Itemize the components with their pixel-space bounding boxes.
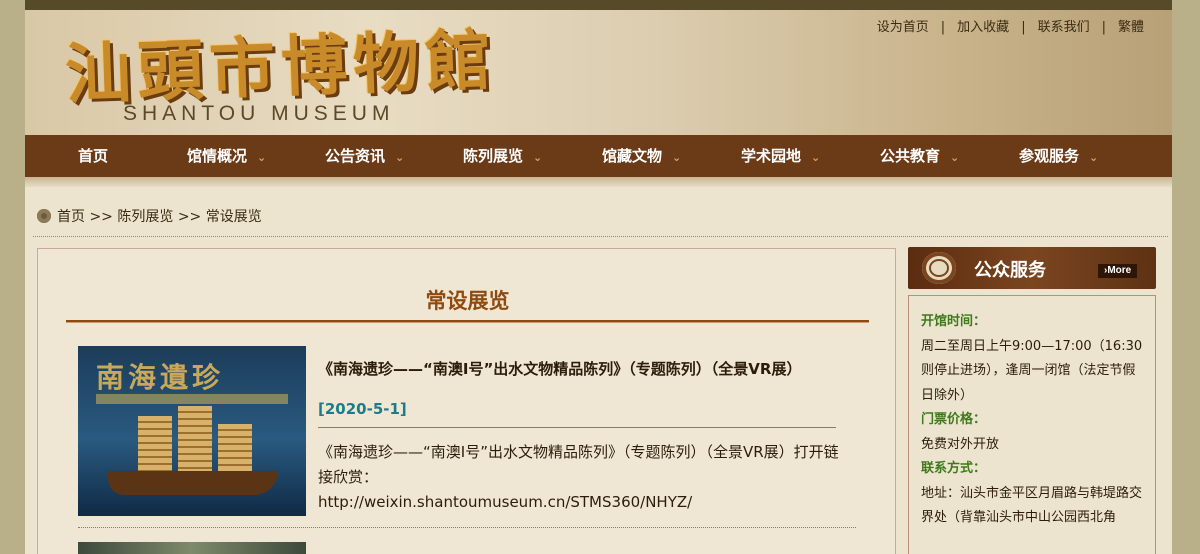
title-divider [66, 320, 869, 323]
nav-item-label: 首页 [78, 147, 109, 165]
sidebar-title: 公众服务 [974, 260, 1046, 281]
exhibit-description-text: 《南海遗珍——“南澳Ⅰ号”出水文物精品陈列》（专题陈列）（全景VR展）打开链接欣… [318, 443, 839, 486]
breadcrumb-separator: >> [177, 209, 202, 225]
exhibit-description: 《南海遗珍——“南澳Ⅰ号”出水文物精品陈列》（专题陈列）（全景VR展）打开链接欣… [318, 440, 848, 515]
set-homepage-link[interactable]: 设为首页 [877, 20, 929, 35]
sidebar-panel: 开馆时间： 周二至周日上午9:00—17:00（16:30则停止进场），逢周一闭… [908, 295, 1156, 554]
contact-us-link[interactable]: 联系我们 [1038, 20, 1090, 35]
next-exhibit-thumbnail[interactable] [78, 542, 306, 554]
contact-label: 联系方式： [921, 461, 987, 476]
chevron-down-icon: ⌄ [672, 151, 682, 164]
link-separator: | [1101, 20, 1106, 35]
chevron-down-icon: ⌄ [950, 151, 960, 164]
more-button[interactable]: ›More [1098, 264, 1138, 278]
exhibit-thumbnail[interactable]: 南海遺珍 [78, 346, 306, 516]
nav-item-exhibitions[interactable]: 陈列展览 ⌄ [463, 135, 542, 177]
exhibit-date: [2020-5-1] [318, 400, 407, 418]
breadcrumb-current[interactable]: 常设展览 [206, 209, 262, 225]
bullet-icon [37, 209, 51, 223]
exhibit-divider [318, 427, 836, 428]
chevron-down-icon: ⌄ [1089, 151, 1099, 164]
nav-item-label: 学术园地 [741, 147, 802, 165]
link-separator: | [940, 20, 946, 35]
ship-sail [138, 416, 172, 474]
ship-sail [178, 406, 212, 474]
nav-item-news[interactable]: 公告资讯 ⌄ [325, 135, 404, 177]
seal-icon [922, 252, 956, 284]
nav-item-home[interactable]: 首页 [78, 135, 108, 177]
chevron-down-icon: ⌄ [533, 151, 543, 164]
nav-item-label: 公共教育 [880, 147, 941, 165]
top-links: 设为首页 | 加入收藏 | 联系我们 | 繁體 [877, 16, 1144, 35]
breadcrumb-separator: >> [89, 209, 113, 225]
site-logo-english: SHANTOU MUSEUM [123, 102, 395, 125]
nav-item-label: 馆藏文物 [602, 147, 663, 165]
nav-item-education[interactable]: 公共教育 ⌄ [880, 135, 959, 177]
opening-hours-label: 开馆时间： [921, 314, 987, 329]
thumbnail-title: 南海遺珍 [96, 361, 225, 394]
nav-item-label: 参观服务 [1019, 147, 1080, 165]
top-strip [25, 0, 1172, 10]
nav-item-label: 馆情概况 [187, 147, 248, 165]
link-separator: | [1021, 20, 1026, 35]
nav-item-label: 公告资讯 [325, 147, 386, 165]
breadcrumb: 首页 >> 陈列展览 >> 常设展览 [37, 206, 262, 226]
opening-hours-text: 周二至周日上午9:00—17:00（16:30则停止进场），逢周一闭馆（法定节假… [921, 338, 1143, 403]
exhibit-url-link[interactable]: http://weixin.shantoumuseum.cn/STMS360/N… [318, 490, 848, 515]
sidebar-header: 公众服务 ›More [908, 247, 1156, 289]
main-content: 常设展览 南海遺珍 《南海遗珍——“南澳Ⅰ号”出水文物精品陈列》（专题陈列）（全… [37, 248, 896, 554]
thumbnail-subtitle-band [96, 394, 288, 404]
page-title: 常设展览 [425, 289, 510, 313]
traditional-chinese-link[interactable]: 繁體 [1118, 20, 1144, 35]
exhibit-title-link[interactable]: 《南海遗珍——“南澳Ⅰ号”出水文物精品陈列》（专题陈列）（全景VR展） [202… [318, 349, 848, 429]
main-nav: 首页 馆情概况 ⌄ 公告资讯 ⌄ 陈列展览 ⌄ 馆藏文物 ⌄ 学术园地 ⌄ 公共教育 ⌄ 参… [25, 135, 1172, 177]
page: 汕頭市博物館 SHANTOU MUSEUM 设为首页 | 加入收藏 | 联系我们 | 繁體 … [25, 0, 1172, 554]
ship-sail [218, 424, 252, 474]
chevron-down-icon: ⌄ [811, 151, 821, 164]
ticket-price-text: 免费对外开放 [921, 436, 1000, 452]
site-header: 汕頭市博物館 SHANTOU MUSEUM 设为首页 | 加入收藏 | 联系我们 | 繁體 [25, 10, 1172, 135]
chevron-down-icon: ⌄ [257, 151, 267, 164]
nav-item-visit[interactable]: 参观服务 ⌄ [1019, 135, 1098, 177]
breadcrumb-home[interactable]: 首页 [57, 209, 85, 225]
chevron-down-icon: ⌄ [395, 151, 405, 164]
add-favorite-link[interactable]: 加入收藏 [957, 20, 1009, 35]
nav-item-label: 陈列展览 [463, 147, 524, 165]
breadcrumb-exhibitions[interactable]: 陈列展览 [117, 209, 173, 225]
ship-hull [108, 471, 278, 495]
nav-item-academic[interactable]: 学术园地 ⌄ [741, 135, 820, 177]
more-label: More [1107, 265, 1132, 276]
nav-shadow [25, 177, 1172, 187]
breadcrumb-divider [33, 236, 1168, 237]
nav-item-collections[interactable]: 馆藏文物 ⌄ [602, 135, 681, 177]
ticket-price-label: 门票价格： [921, 412, 987, 427]
exhibit-title: 《南海遗珍——“南澳Ⅰ号”出水文物精品陈列》（专题陈列）（全景VR展） [318, 360, 802, 378]
sidebar-content: 开馆时间： 周二至周日上午9:00—17:00（16:30则停止进场），逢周一闭… [921, 310, 1147, 531]
nav-item-about[interactable]: 馆情概况 ⌄ [187, 135, 266, 177]
list-divider [78, 527, 856, 528]
contact-text: 地址：汕头市金平区月眉路与韩堤路交界处（背靠汕头市中山公园西北角 [921, 485, 1143, 526]
